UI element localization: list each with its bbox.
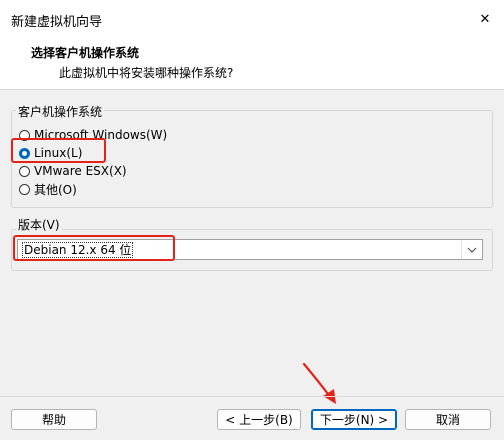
version-highlight-box bbox=[13, 235, 175, 261]
next-button[interactable]: 下一步(N) > bbox=[311, 409, 397, 430]
footer-divider bbox=[0, 396, 504, 397]
radio-esx-label: VMware ESX(X) bbox=[34, 164, 127, 178]
version-legend: 版本(V) bbox=[16, 216, 62, 233]
annotation-arrow-icon bbox=[302, 362, 336, 404]
help-button[interactable]: 帮助 bbox=[11, 409, 97, 430]
close-button[interactable]: ✕ bbox=[474, 8, 496, 30]
radio-other-circle[interactable] bbox=[19, 183, 30, 195]
title-bar: 新建虚拟机向导 ✕ bbox=[0, 0, 504, 38]
back-button[interactable]: < 上一步(B) bbox=[217, 409, 301, 430]
header-subtitle: 此虚拟机中将安装哪种操作系统? bbox=[59, 66, 234, 80]
guest-os-legend: 客户机操作系统 bbox=[16, 103, 105, 120]
window-title: 新建虚拟机向导 bbox=[11, 15, 103, 30]
radio-esx-circle[interactable] bbox=[19, 165, 30, 177]
wizard-header: 选择客户机操作系统 此虚拟机中将安装哪种操作系统? bbox=[0, 38, 504, 90]
close-icon: ✕ bbox=[479, 11, 491, 27]
cancel-button[interactable]: 取消 bbox=[405, 409, 491, 430]
chevron-down-icon[interactable] bbox=[461, 240, 482, 259]
radio-other[interactable]: 其他(O) bbox=[19, 180, 77, 198]
header-title: 选择客户机操作系统 bbox=[31, 46, 140, 60]
linux-highlight-box bbox=[11, 138, 106, 163]
radio-vmware-esx[interactable]: VMware ESX(X) bbox=[19, 162, 127, 180]
radio-other-label: 其他(O) bbox=[34, 182, 77, 197]
